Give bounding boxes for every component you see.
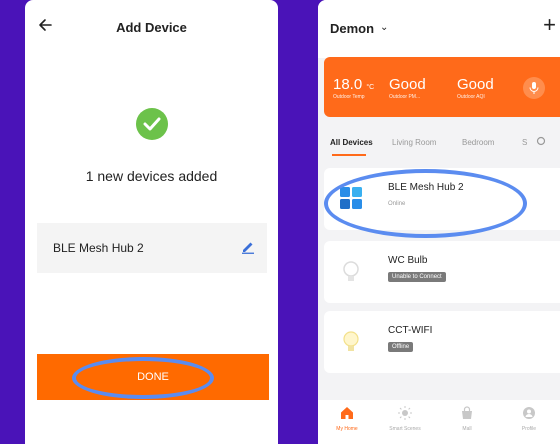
bulb-icon: [336, 326, 366, 356]
tab-all-devices[interactable]: All Devices: [330, 138, 373, 147]
home-header: Demon ⌄ +: [318, 0, 560, 58]
device-name: CCT-WIFI: [388, 325, 433, 336]
nav-label: Smart Scenes: [389, 426, 421, 432]
nav-label: Profile: [521, 426, 537, 432]
nav-label: Mall: [462, 426, 472, 432]
device-status-badge: Offline: [388, 342, 414, 352]
bulb-icon: [336, 256, 366, 286]
tab-living-room[interactable]: Living Room: [392, 138, 436, 147]
nav-profile[interactable]: Profile: [504, 406, 554, 432]
device-name: BLE Mesh Hub 2: [53, 241, 144, 255]
weather-aqi: Good Outdoor AQI: [457, 76, 494, 100]
weather-aqi-label: Outdoor AQI: [457, 94, 485, 100]
nav-smart-scenes[interactable]: Smart Scenes: [380, 406, 430, 432]
bottom-navigation: My Home Smart Scenes Mall Profile: [318, 400, 560, 444]
manage-rooms-icon[interactable]: [536, 136, 546, 148]
added-device-row: BLE Mesh Hub 2: [37, 223, 267, 273]
tab-bedroom[interactable]: Bedroom: [462, 138, 494, 147]
active-tab-indicator: [332, 154, 366, 156]
profile-icon: [523, 407, 535, 419]
success-check-icon: [136, 108, 168, 140]
device-card-cct-wifi[interactable]: CCT-WIFI Offline: [324, 311, 560, 373]
success-message: 1 new devices added: [85, 168, 218, 184]
nav-my-home[interactable]: My Home: [322, 406, 372, 432]
device-card-wc-bulb[interactable]: WC Bulb Unable to Connect: [324, 241, 560, 303]
add-plus-icon[interactable]: +: [543, 14, 556, 36]
weather-temp-label: Outdoor Temp: [333, 94, 365, 100]
nav-label: My Home: [336, 426, 358, 432]
weather-aqi-value: Good: [457, 76, 494, 93]
shopping-bag-icon: [462, 406, 472, 419]
home-selector[interactable]: Demon: [330, 21, 374, 36]
weather-pm: Good Outdoor PM...: [389, 76, 426, 100]
highlight-ring-hub: [324, 169, 527, 238]
microphone-icon[interactable]: [523, 77, 545, 99]
weather-card: 18.0 °C Outdoor Temp Good Outdoor PM... …: [324, 57, 560, 117]
edit-pencil-icon[interactable]: [241, 240, 255, 254]
weather-pm-label: Outdoor PM...: [389, 94, 421, 100]
weather-temp: 18.0 °C Outdoor Temp: [333, 76, 374, 100]
tab-more[interactable]: S: [522, 138, 527, 147]
header: Add Device: [25, 0, 278, 60]
chevron-down-icon[interactable]: ⌄: [380, 22, 388, 33]
device-status-badge: Unable to Connect: [388, 272, 446, 282]
sun-icon: [398, 406, 412, 420]
weather-temp-value: 18.0: [333, 76, 363, 93]
home-icon: [341, 407, 353, 419]
weather-temp-unit: °C: [366, 84, 375, 91]
nav-mall[interactable]: Mall: [442, 406, 492, 432]
weather-pm-value: Good: [389, 76, 426, 93]
highlight-ring-done: [72, 357, 214, 399]
device-name: WC Bulb: [388, 255, 428, 266]
page-title: Add Device: [116, 20, 187, 35]
